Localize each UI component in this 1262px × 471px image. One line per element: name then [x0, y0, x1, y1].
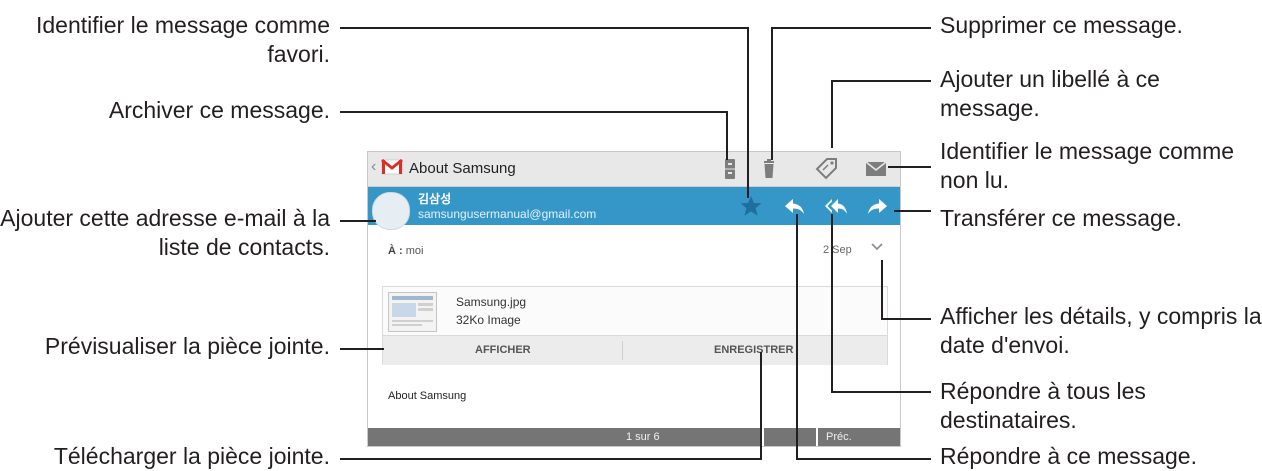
star-icon[interactable] [739, 195, 763, 217]
attachment-filename: Samsung.jpg [456, 295, 527, 309]
image-preview-icon [392, 296, 433, 326]
footer-separator [816, 428, 818, 446]
callout-download: Télécharger la pièce jointe. [53, 443, 330, 469]
callout-reply: Répondre à ce message. [940, 443, 1197, 469]
attachment-thumbnail[interactable] [388, 292, 437, 332]
attachment-meta: 32Ko Image [456, 313, 521, 327]
callout-archive: Archiver ce message. [108, 97, 330, 123]
back-chevron-icon[interactable]: ‹ [371, 158, 376, 176]
email-screen: ‹ About Samsung 김삼성 samsungusermanual@gm… [367, 151, 901, 447]
footer-separator [762, 428, 764, 446]
recipient-row[interactable]: À : moi 2 Sep [368, 226, 900, 268]
callout-unread: Identifier le message comme non lu. [940, 138, 1235, 193]
contact-avatar[interactable] [372, 192, 410, 230]
callout-details: Afficher les détails, y compris la date … [940, 303, 1262, 358]
bottom-bar: 1 sur 6 Préc. [368, 428, 900, 446]
attachment-actions: AFFICHER ENREGISTRER [383, 335, 887, 365]
message-body: About Samsung [388, 390, 467, 402]
callout-label: Ajouter un libellé à ce message. [940, 66, 1160, 121]
label-tag-icon[interactable] [815, 157, 839, 181]
sender-bar: 김삼성 samsungusermanual@gmail.com [368, 187, 900, 230]
recipient-value: moi [405, 245, 424, 257]
sender-email: samsungusermanual@gmail.com [418, 207, 597, 221]
leader-delete [771, 27, 931, 160]
callout-delete: Supprimer ce message. [940, 12, 1183, 38]
trash-icon[interactable] [757, 157, 781, 181]
sender-name: 김삼성 [418, 192, 452, 206]
reply-icon[interactable] [783, 195, 807, 217]
leader-label [831, 80, 931, 148]
action-bar: ‹ About Samsung [368, 152, 900, 187]
callout-preview: Prévisualiser la pièce jointe. [44, 333, 330, 359]
recipient-text: À : moi [388, 245, 423, 257]
chevron-down-icon[interactable] [870, 240, 884, 254]
archive-icon[interactable] [718, 157, 742, 181]
callout-add-contact: Ajouter cette adresse e-mail à la liste … [0, 205, 330, 260]
recipient-label: À : [388, 245, 403, 257]
forward-icon[interactable] [865, 195, 889, 217]
mark-unread-envelope-icon[interactable] [864, 157, 888, 181]
view-attachment-button[interactable]: AFFICHER [475, 344, 531, 356]
page-indicator: 1 sur 6 [626, 431, 660, 443]
previous-button[interactable]: Préc. [826, 431, 852, 443]
reply-all-icon[interactable] [824, 195, 848, 217]
attachment-card: Samsung.jpg 32Ko Image AFFICHER ENREGIST… [382, 286, 888, 365]
callout-reply-all: Répondre à tous les destinataires. [940, 378, 1146, 433]
callout-star: Identifier le message comme favori. [35, 12, 330, 67]
callout-forward: Transférer ce message. [940, 205, 1183, 231]
save-attachment-button[interactable]: ENREGISTRER [714, 344, 793, 356]
sent-date: 2 Sep [823, 244, 852, 256]
gmail-logo-icon[interactable] [381, 158, 403, 176]
button-divider [622, 341, 623, 360]
message-subject-title: About Samsung [409, 160, 516, 177]
